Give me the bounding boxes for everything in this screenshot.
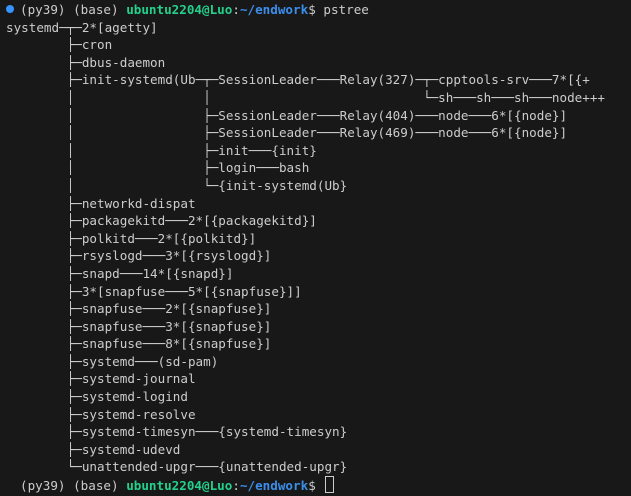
tree-line: ├─cron <box>6 37 113 53</box>
pstree-output: systemd─┬─2*[agetty] ├─cron ├─dbus-daemo… <box>6 19 631 476</box>
prompt-dollar: $ <box>308 478 316 494</box>
tree-line: │ │ └─sh───sh───sh───node+++ <box>6 89 605 105</box>
tree-line: ├─systemd-udevd <box>6 441 181 457</box>
tree-line: ├─init-systemd(Ub─┬─SessionLeader───Rela… <box>6 72 590 88</box>
tree-line: ├─polkitd───2*[{polkitd}] <box>6 230 257 246</box>
user-host: ubuntu2204@Luo <box>126 478 233 494</box>
tree-line: ├─3*[snapfuse───5*[{snapfuse}]] <box>6 283 302 299</box>
user-host: ubuntu2204@Luo <box>126 2 233 17</box>
tree-line: ├─systemd-journal <box>6 371 196 387</box>
tree-line: ├─rsyslogd───3*[{rsyslogd}] <box>6 248 272 264</box>
command-text: pstree <box>323 2 369 17</box>
tree-line: systemd─┬─2*[agetty] <box>6 19 158 35</box>
tree-line: ├─systemd-logind <box>6 389 188 405</box>
tree-line: │ ├─SessionLeader───Relay(469)───node───… <box>6 125 568 141</box>
tree-line: ├─dbus-daemon <box>6 54 166 70</box>
tree-line: └─unattended-upgr───{unattended-upgr} <box>6 459 348 475</box>
env-py: (py39) <box>20 478 66 494</box>
current-path: ~/endwork <box>239 2 309 17</box>
env-py: (py39) <box>20 2 66 17</box>
prompt-line-current[interactable]: (py39) (base) ubuntu2204@Luo:~/endwork$ <box>6 476 631 494</box>
env-base: (base) <box>73 2 119 17</box>
tree-line: │ ├─SessionLeader───Relay(404)───node───… <box>6 107 568 123</box>
text-cursor[interactable] <box>325 476 335 494</box>
current-path: ~/endwork <box>239 478 309 494</box>
prompt-line-command: (py39) (base) ubuntu2204@Luo:~/endwork$ … <box>6 1 631 19</box>
tree-line: ├─snapd───14*[{snapd}] <box>6 265 234 281</box>
command-status-dot-icon[interactable] <box>6 5 14 13</box>
tree-line: ├─networkd-dispat <box>6 195 196 211</box>
tree-line: │ └─{init-systemd(Ub} <box>6 177 348 193</box>
prompt-separator: : <box>232 478 240 494</box>
prompt-separator: : <box>232 2 240 17</box>
tree-line: ├─systemd───(sd-pam) <box>6 353 219 369</box>
tree-line: ├─snapfuse───2*[{snapfuse}] <box>6 301 272 317</box>
env-base: (base) <box>73 478 119 494</box>
prompt-dollar: $ <box>308 2 316 17</box>
tree-line: ├─systemd-resolve <box>6 406 196 422</box>
tree-line: ├─packagekitd───2*[{packagekitd}] <box>6 213 317 229</box>
tree-line: ├─snapfuse───3*[{snapfuse}] <box>6 318 272 334</box>
tree-line: │ ├─init───{init} <box>6 142 317 158</box>
terminal-panel[interactable]: (py39) (base) ubuntu2204@Luo:~/endwork$ … <box>0 1 631 496</box>
tree-line: │ ├─login───bash <box>6 160 310 176</box>
tree-line: ├─systemd-timesyn───{systemd-timesyn} <box>6 424 348 440</box>
tree-line: ├─snapfuse───8*[{snapfuse}] <box>6 336 272 352</box>
